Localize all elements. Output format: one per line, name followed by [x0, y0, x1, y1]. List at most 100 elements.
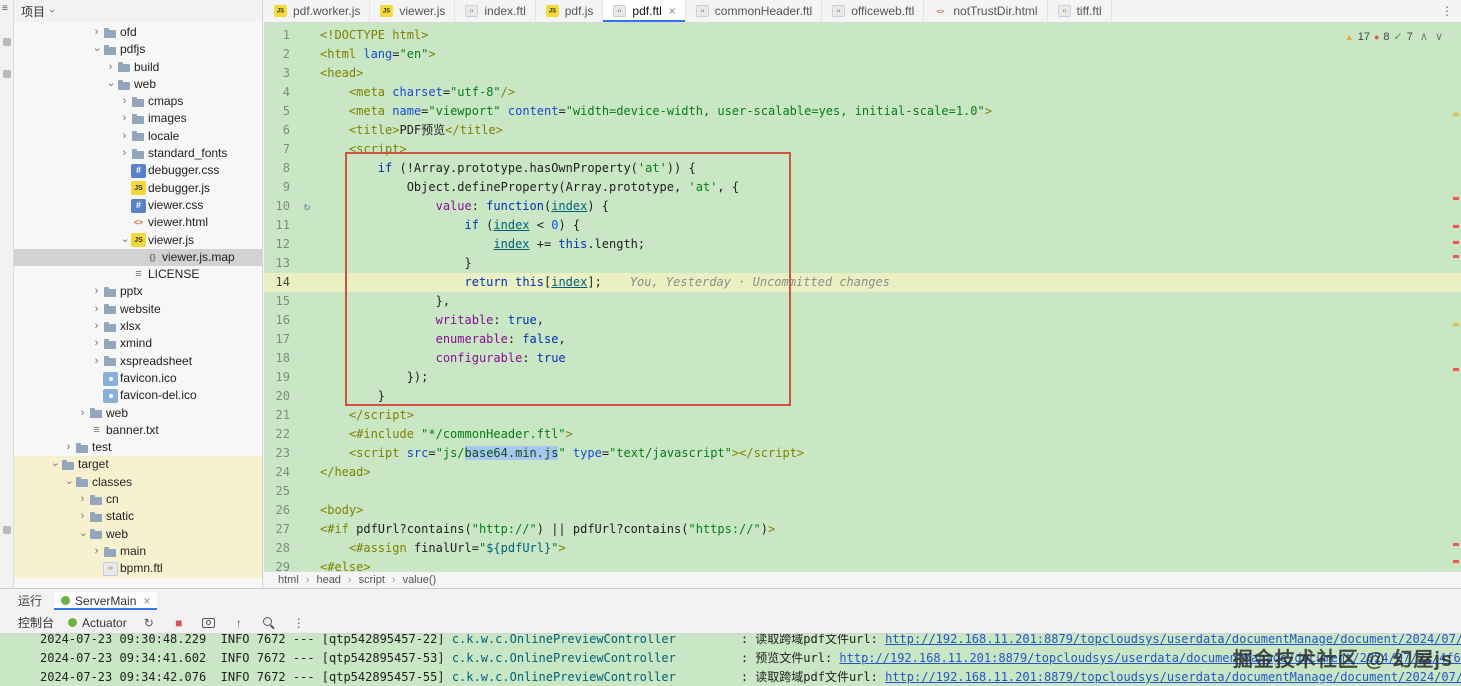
- tree-item-debugger.css[interactable]: debugger.css: [14, 162, 262, 179]
- tree-item-pptx[interactable]: ›pptx: [14, 283, 262, 300]
- inspections-widget[interactable]: ▲ 17 ● 8 ✓ 7 ∧ ∨: [1345, 28, 1443, 47]
- tab-servermain[interactable]: ServerMain ×: [54, 592, 157, 610]
- log-url-link[interactable]: http://192.168.11.201:8879/topcloudsys/u…: [885, 670, 1461, 684]
- chevron-icon[interactable]: ›: [90, 353, 103, 370]
- tool-stripe-icon[interactable]: [3, 70, 11, 78]
- tree-item-viewer.css[interactable]: viewer.css: [14, 197, 262, 214]
- editor-tab-pdf.ftl[interactable]: pdf.ftl×: [603, 0, 685, 22]
- chevron-icon[interactable]: ›: [76, 405, 89, 422]
- editor-tab-index.ftl[interactable]: index.ftl: [455, 0, 535, 22]
- tab-actuator[interactable]: Actuator: [68, 616, 127, 630]
- tree-item-xmind[interactable]: ›xmind: [14, 335, 262, 352]
- red-stripe-mark[interactable]: [1453, 225, 1459, 228]
- chevron-icon[interactable]: ›: [118, 93, 131, 110]
- tab-console[interactable]: 控制台: [18, 614, 54, 631]
- code-line-4[interactable]: 4 <meta charset="utf-8"/>: [264, 83, 1461, 102]
- editor-tab-tiff.ftl[interactable]: tiff.ftl: [1048, 0, 1112, 22]
- code-line-17[interactable]: 17 enumerable: false,: [264, 330, 1461, 349]
- breadcrumb-script[interactable]: script: [359, 574, 385, 586]
- close-icon[interactable]: ×: [143, 594, 150, 608]
- code-line-28[interactable]: 28 <#assign finalUrl="${pdfUrl}">: [264, 539, 1461, 558]
- breadcrumb-head[interactable]: head: [316, 574, 340, 586]
- breadcrumb-value()[interactable]: value(): [403, 574, 437, 586]
- tree-item-images[interactable]: ›images: [14, 110, 262, 127]
- yellow-stripe-mark[interactable]: [1453, 113, 1459, 116]
- tool-stripe-icon[interactable]: [3, 526, 11, 534]
- tool-stripe-icon[interactable]: [3, 38, 11, 46]
- close-tab-icon[interactable]: ×: [669, 4, 676, 18]
- code-line-18[interactable]: 18 configurable: true: [264, 349, 1461, 368]
- red-stripe-mark[interactable]: [1453, 241, 1459, 244]
- code-line-12[interactable]: 12 index += this.length;: [264, 235, 1461, 254]
- yellow-stripe-mark[interactable]: [1453, 323, 1459, 326]
- menu-icon[interactable]: ≡: [2, 3, 8, 14]
- tree-item-debugger.js[interactable]: debugger.js: [14, 180, 262, 197]
- rerun-icon[interactable]: ↻: [141, 615, 157, 631]
- tree-item-bpmn.ftl[interactable]: bpmn.ftl: [14, 560, 262, 577]
- chevron-icon[interactable]: ›: [90, 335, 103, 352]
- tree-item-pdfjs[interactable]: ›pdfjs: [14, 41, 262, 58]
- more-icon[interactable]: ⋮: [291, 615, 307, 631]
- tree-item-cmaps[interactable]: ›cmaps: [14, 93, 262, 110]
- stop-icon[interactable]: ■: [171, 615, 187, 631]
- tree-item-banner.txt[interactable]: banner.txt: [14, 422, 262, 439]
- chevron-icon[interactable]: ›: [76, 508, 89, 525]
- more-icon[interactable]: ⋮: [1433, 0, 1461, 22]
- editor-tab-commonHeader.ftl[interactable]: commonHeader.ftl: [686, 0, 822, 22]
- chevron-icon[interactable]: ›: [76, 491, 89, 508]
- editor-tab-officeweb.ftl[interactable]: officeweb.ftl: [822, 0, 924, 22]
- log-url-link[interactable]: http://192.168.11.201:8879/topcloudsys/u…: [885, 634, 1461, 646]
- breadcrumb-html[interactable]: html: [278, 574, 299, 586]
- tree-item-cn[interactable]: ›cn: [14, 491, 262, 508]
- search-icon[interactable]: [261, 615, 277, 631]
- tree-item-viewer.html[interactable]: viewer.html: [14, 214, 262, 231]
- tree-item-target[interactable]: ›target: [14, 456, 262, 473]
- code-line-27[interactable]: 27<#if pdfUrl?contains("http://") || pdf…: [264, 520, 1461, 539]
- code-line-7[interactable]: 7 <script>: [264, 140, 1461, 159]
- run-toolwindow-label[interactable]: 运行: [18, 592, 42, 609]
- code-line-15[interactable]: 15 },: [264, 292, 1461, 311]
- tree-item-LICENSE[interactable]: LICENSE: [14, 266, 262, 283]
- editor-tab-pdf.worker.js[interactable]: pdf.worker.js: [264, 0, 370, 22]
- red-stripe-mark[interactable]: [1453, 543, 1459, 546]
- tree-item-viewer.js.map[interactable]: viewer.js.map: [14, 249, 262, 266]
- editor-tab-viewer.js[interactable]: viewer.js: [370, 0, 455, 22]
- editor-tab-pdf.js[interactable]: pdf.js: [536, 0, 604, 22]
- code-line-20[interactable]: 20 }: [264, 387, 1461, 406]
- code-line-13[interactable]: 13 }: [264, 254, 1461, 273]
- tree-item-web[interactable]: ›web: [14, 405, 262, 422]
- chevron-icon[interactable]: ›: [118, 145, 131, 162]
- run-console[interactable]: 2024-07-23 09:30:48.229 INFO 7672 --- [q…: [0, 634, 1461, 686]
- chevron-icon[interactable]: ›: [90, 24, 103, 41]
- tree-item-test[interactable]: ›test: [14, 439, 262, 456]
- gutter-history-icon[interactable]: ↻: [294, 197, 320, 216]
- export-icon[interactable]: ↑: [231, 615, 247, 631]
- chevron-icon[interactable]: ›: [90, 318, 103, 335]
- chevron-icon[interactable]: ›: [90, 543, 103, 560]
- tree-item-static[interactable]: ›static: [14, 508, 262, 525]
- code-line-21[interactable]: 21 </script>: [264, 406, 1461, 425]
- chevron-down-icon[interactable]: ›: [46, 9, 58, 13]
- tree-item-main[interactable]: ›main: [14, 543, 262, 560]
- red-stripe-mark[interactable]: [1453, 197, 1459, 200]
- tree-item-web[interactable]: ›web: [14, 526, 262, 543]
- project-panel-header[interactable]: 项目 ›: [14, 0, 262, 22]
- code-line-22[interactable]: 22 <#include "*/commonHeader.ftl">: [264, 425, 1461, 444]
- next-issue-icon[interactable]: ∨: [1435, 28, 1443, 47]
- log-url-link[interactable]: http://192.168.11.201:8879/topcloudsys/u…: [839, 651, 1461, 665]
- code-line-29[interactable]: 29<#else>: [264, 558, 1461, 571]
- chevron-icon[interactable]: ›: [118, 110, 131, 127]
- prev-issue-icon[interactable]: ∧: [1420, 28, 1428, 47]
- code-line-3[interactable]: 3<head>: [264, 64, 1461, 83]
- code-line-9[interactable]: 9 Object.defineProperty(Array.prototype,…: [264, 178, 1461, 197]
- camera-icon[interactable]: [201, 615, 217, 631]
- tree-item-standard_fonts[interactable]: ›standard_fonts: [14, 145, 262, 162]
- code-editor[interactable]: 1<!DOCTYPE html>2<html lang="en">3<head>…: [264, 23, 1461, 571]
- red-stripe-mark[interactable]: [1453, 255, 1459, 258]
- red-stripe-mark[interactable]: [1453, 560, 1459, 563]
- code-line-26[interactable]: 26<body>: [264, 501, 1461, 520]
- tree-item-favicon.ico[interactable]: favicon.ico: [14, 370, 262, 387]
- tree-item-web[interactable]: ›web: [14, 76, 262, 93]
- code-line-10[interactable]: 10↻ value: function(index) {: [264, 197, 1461, 216]
- tree-item-viewer.js[interactable]: ›viewer.js: [14, 232, 262, 249]
